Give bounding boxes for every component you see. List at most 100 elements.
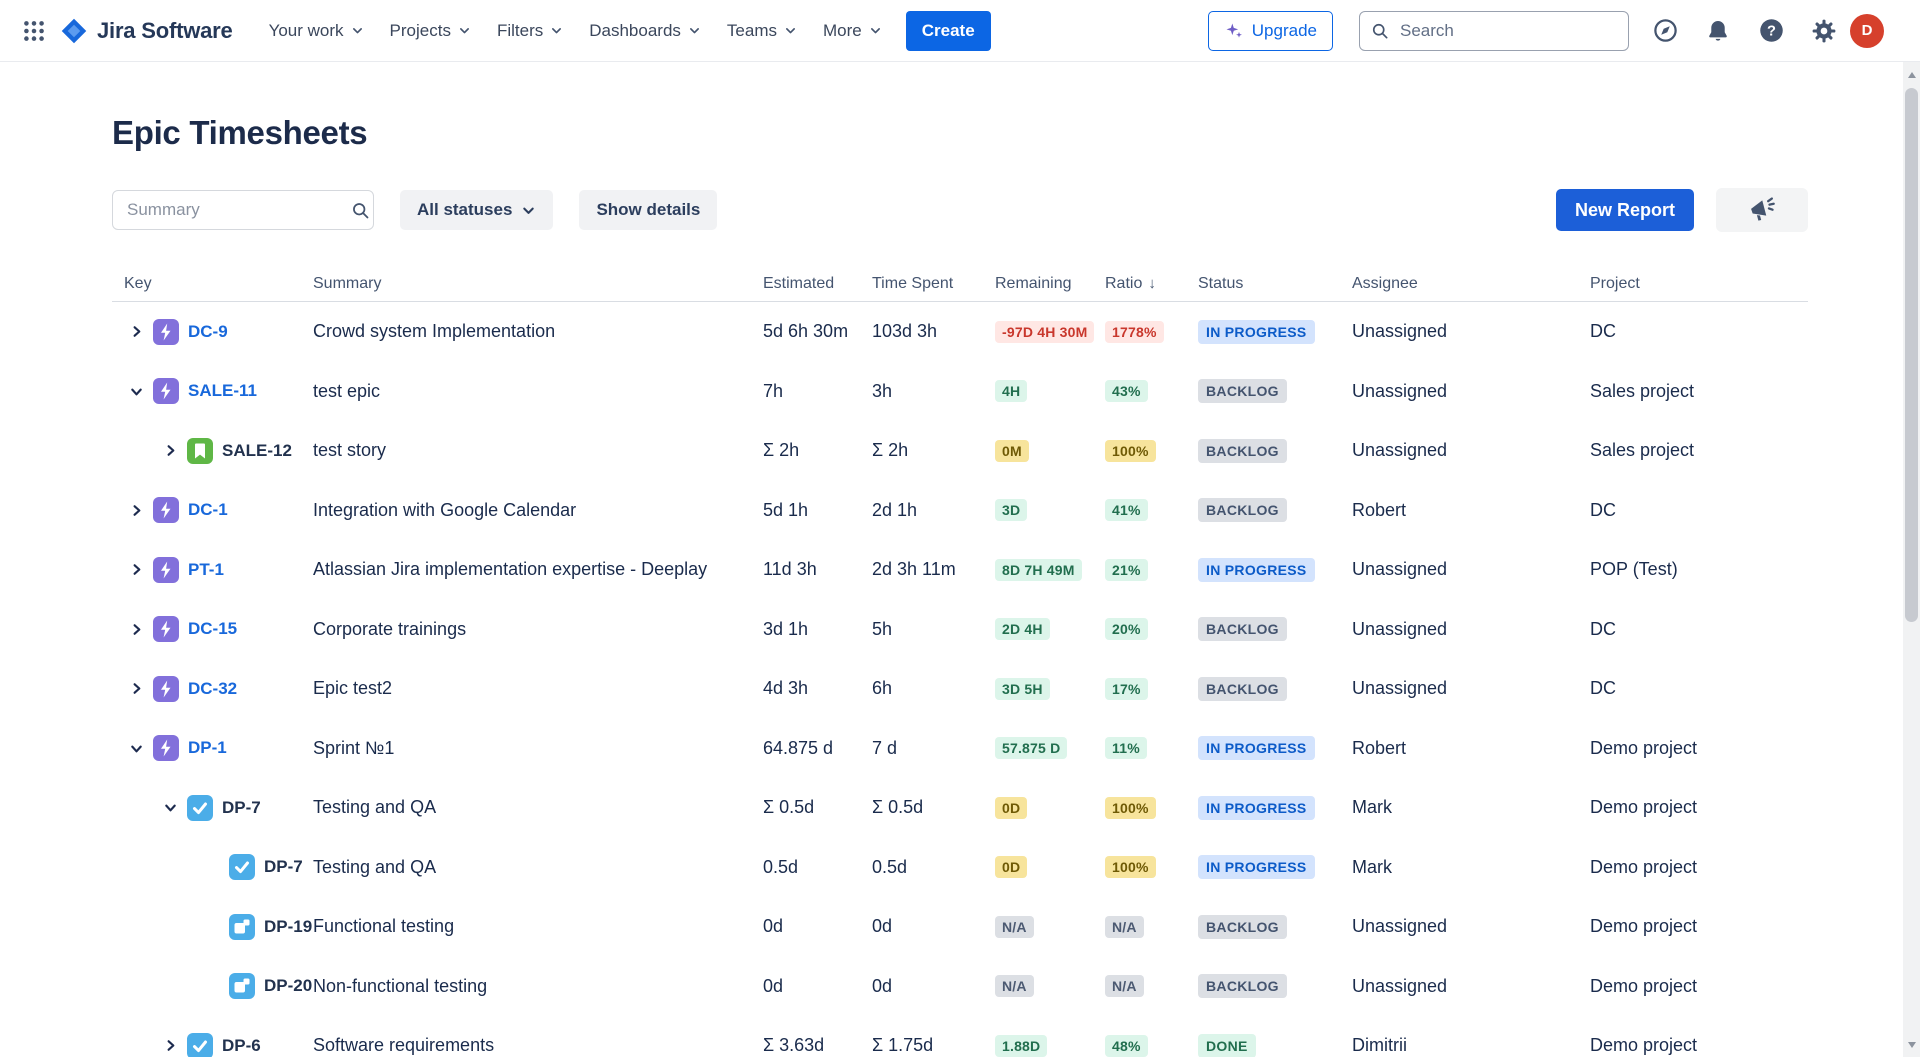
issue-key[interactable]: DC-9 xyxy=(188,322,228,342)
issue-key[interactable]: PT-1 xyxy=(188,560,224,580)
issue-key[interactable]: DP-1 xyxy=(188,738,227,758)
column-header-time-spent[interactable]: Time Spent xyxy=(872,275,995,293)
collapse-chevron[interactable] xyxy=(124,379,148,403)
column-header-summary[interactable]: Summary xyxy=(313,275,763,293)
chevron-down-icon xyxy=(688,24,701,37)
expand-chevron[interactable] xyxy=(158,439,182,463)
remaining-badge: 0M xyxy=(995,440,1029,462)
issue-key[interactable]: DP-7 xyxy=(264,857,303,877)
issue-key[interactable]: DC-32 xyxy=(188,679,237,699)
assignee-value: Mark xyxy=(1352,857,1590,878)
nav-item-projects[interactable]: Projects xyxy=(380,12,481,50)
column-header-remaining[interactable]: Remaining xyxy=(995,275,1105,293)
status-badge: IN PROGRESS xyxy=(1198,796,1315,820)
ratio-badge: 41% xyxy=(1105,499,1148,521)
collapse-chevron[interactable] xyxy=(124,736,148,760)
status-filter-dropdown[interactable]: All statuses xyxy=(400,190,553,230)
nav-item-teams[interactable]: Teams xyxy=(717,12,807,50)
jira-logo[interactable]: Jira Software xyxy=(60,17,233,45)
assignee-value: Robert xyxy=(1352,500,1590,521)
expand-chevron[interactable] xyxy=(124,677,148,701)
chevron-down-icon xyxy=(869,24,882,37)
time-spent-value: 0.5d xyxy=(872,857,995,878)
column-header-key[interactable]: Key xyxy=(124,275,313,293)
estimated-value: 3d 1h xyxy=(763,619,872,640)
issue-key[interactable]: SALE-11 xyxy=(188,381,257,401)
issue-summary: Functional testing xyxy=(313,916,763,937)
time-spent-value: 2d 3h 11m xyxy=(872,559,995,580)
nav-item-filters[interactable]: Filters xyxy=(487,12,573,50)
summary-filter-input[interactable] xyxy=(125,199,350,221)
assignee-value: Unassigned xyxy=(1352,976,1590,997)
issue-key[interactable]: DC-1 xyxy=(188,500,228,520)
issue-key[interactable]: SALE-12 xyxy=(222,441,292,461)
issue-key[interactable]: DP-19 xyxy=(264,917,312,937)
column-header-status[interactable]: Status xyxy=(1198,275,1352,293)
megaphone-icon[interactable] xyxy=(1716,188,1808,232)
remaining-badge: -97D 4H 30M xyxy=(995,321,1094,343)
assignee-value: Unassigned xyxy=(1352,440,1590,461)
issue-summary: Corporate trainings xyxy=(313,619,763,640)
upgrade-button[interactable]: Upgrade xyxy=(1208,11,1333,51)
remaining-badge: 2D 4H xyxy=(995,618,1050,640)
search-input[interactable] xyxy=(1398,20,1618,42)
scroll-down-arrow[interactable] xyxy=(1903,1036,1920,1053)
nav-menu: Your work Projects Filters Dashboards Te… xyxy=(259,12,892,50)
create-button[interactable]: Create xyxy=(906,11,991,51)
app-title: Jira Software xyxy=(97,18,233,44)
show-details-button[interactable]: Show details xyxy=(579,190,717,230)
discover-icon[interactable] xyxy=(1645,11,1685,51)
issue-key[interactable]: DC-15 xyxy=(188,619,237,639)
help-icon[interactable]: ? xyxy=(1751,11,1791,51)
column-header-assignee[interactable]: Assignee xyxy=(1352,275,1590,293)
table-row: SALE-11test epic7h3h4H43%BACKLOGUnassign… xyxy=(112,362,1808,422)
task-icon xyxy=(187,795,213,821)
nav-item-dashboards[interactable]: Dashboards xyxy=(579,12,711,50)
expand-chevron[interactable] xyxy=(124,617,148,641)
issue-summary: test story xyxy=(313,440,763,461)
chevron-spacer xyxy=(200,974,224,998)
notifications-icon[interactable] xyxy=(1698,11,1738,51)
issue-key[interactable]: DP-20 xyxy=(264,976,312,996)
scrollbar-thumb[interactable] xyxy=(1905,88,1918,622)
chevron-down-icon xyxy=(458,24,471,37)
settings-icon[interactable] xyxy=(1804,11,1844,51)
key-cell: DP-7 xyxy=(124,854,313,880)
ratio-badge: 48% xyxy=(1105,1035,1148,1057)
app-switcher-icon[interactable] xyxy=(14,11,54,51)
new-report-button[interactable]: New Report xyxy=(1556,189,1694,231)
nav-item-your-work[interactable]: Your work xyxy=(259,12,374,50)
column-header-project[interactable]: Project xyxy=(1590,275,1808,293)
ratio-badge: N/A xyxy=(1105,916,1144,938)
epic-icon xyxy=(153,497,179,523)
issue-key[interactable]: DP-6 xyxy=(222,1036,261,1056)
column-header-estimated[interactable]: Estimated xyxy=(763,275,872,293)
issue-summary: Epic test2 xyxy=(313,678,763,699)
status-badge: BACKLOG xyxy=(1198,915,1287,939)
table-row: DC-9Crowd system Implementation5d 6h 30m… xyxy=(112,302,1808,362)
estimated-value: Σ 3.63d xyxy=(763,1035,872,1056)
issue-key[interactable]: DP-7 xyxy=(222,798,261,818)
expand-chevron[interactable] xyxy=(124,498,148,522)
time-spent-value: 2d 1h xyxy=(872,500,995,521)
scroll-up-arrow[interactable] xyxy=(1903,66,1920,83)
expand-chevron[interactable] xyxy=(158,1034,182,1057)
expand-chevron[interactable] xyxy=(124,320,148,344)
collapse-chevron[interactable] xyxy=(158,796,182,820)
expand-chevron[interactable] xyxy=(124,558,148,582)
project-value: DC xyxy=(1590,500,1808,521)
search-icon xyxy=(350,200,371,221)
table-row: PT-1Atlassian Jira implementation expert… xyxy=(112,540,1808,600)
table-row: DP-6Software requirementsΣ 3.63dΣ 1.75d1… xyxy=(112,1016,1808,1057)
status-badge: BACKLOG xyxy=(1198,498,1287,522)
ratio-badge: 100% xyxy=(1105,797,1156,819)
estimated-value: 0d xyxy=(763,976,872,997)
time-spent-value: 0d xyxy=(872,916,995,937)
filter-bar: All statuses Show details New Report xyxy=(112,188,1808,232)
user-avatar[interactable]: D xyxy=(1850,14,1884,48)
status-badge: IN PROGRESS xyxy=(1198,558,1315,582)
estimated-value: 0d xyxy=(763,916,872,937)
nav-item-more[interactable]: More xyxy=(813,12,892,50)
column-header-ratio[interactable]: Ratio↓ xyxy=(1105,275,1198,293)
chevron-down-icon xyxy=(550,24,563,37)
